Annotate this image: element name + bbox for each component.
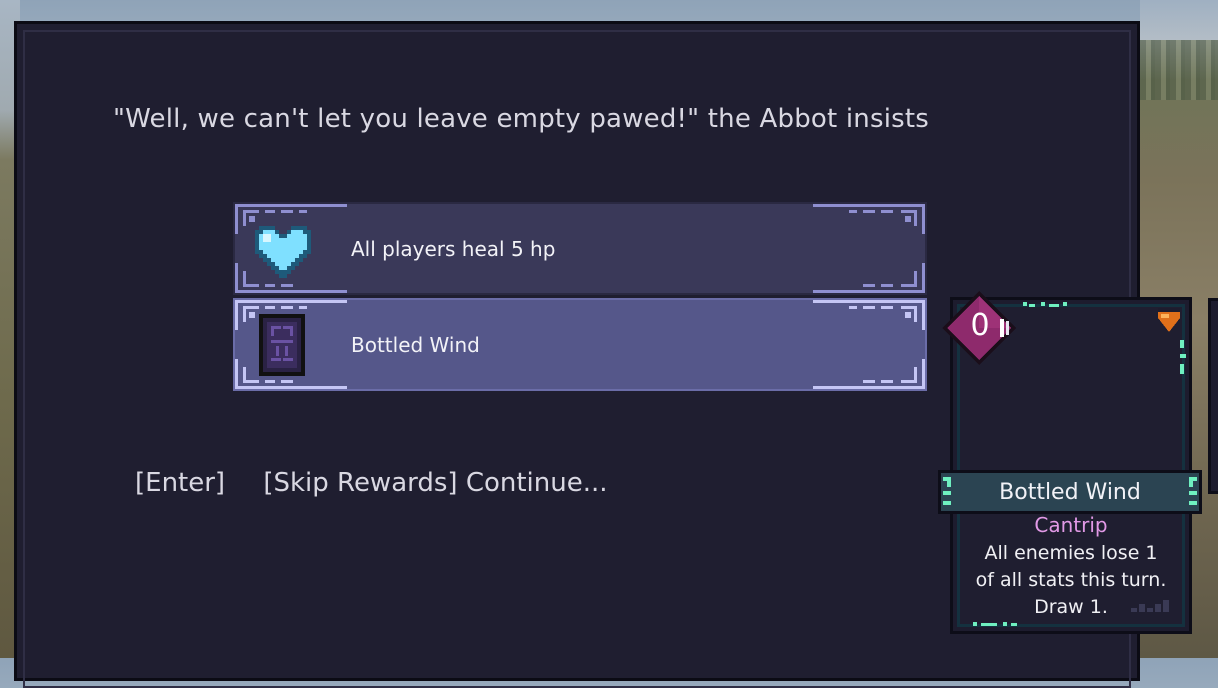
heart-icon — [255, 226, 311, 278]
card-ornament-top — [1023, 302, 1067, 307]
border-ornament — [813, 263, 925, 293]
card-ornament-bottom — [973, 622, 1017, 626]
card-title: Bottled Wind — [999, 480, 1141, 505]
enter-key-hint: [Enter] — [135, 468, 226, 498]
border-ornament — [813, 204, 925, 234]
reward-option-label: Bottled Wind — [351, 333, 480, 357]
border-ornament — [813, 359, 925, 389]
card-type: Cantrip — [1034, 513, 1108, 537]
card-description-line: All enemies lose 1 — [984, 542, 1158, 564]
card-ornament-right — [1180, 340, 1186, 374]
card-description-line: of all stats this turn. — [975, 569, 1167, 591]
next-card-edge — [1208, 298, 1218, 494]
border-ornament — [813, 300, 925, 330]
continue-row: [Enter] [Skip Rewards] Continue... — [135, 468, 608, 498]
reward-option-bottled-wind[interactable]: Bottled Wind — [233, 298, 927, 391]
bottle-icon — [259, 314, 305, 376]
card-description: All enemies lose 1 of all stats this tur… — [950, 540, 1192, 621]
card-cost: 0 — [970, 308, 990, 343]
reward-option-label: All players heal 5 hp — [351, 237, 556, 261]
dialog-text: "Well, we can't let you leave empty pawe… — [113, 104, 930, 134]
rarity-gem-icon — [1158, 308, 1180, 332]
skip-rewards-button[interactable]: [Skip Rewards] Continue... — [263, 468, 607, 498]
reward-option-heal[interactable]: All players heal 5 hp — [233, 202, 927, 295]
card-description-line: Draw 1. — [1034, 596, 1108, 618]
